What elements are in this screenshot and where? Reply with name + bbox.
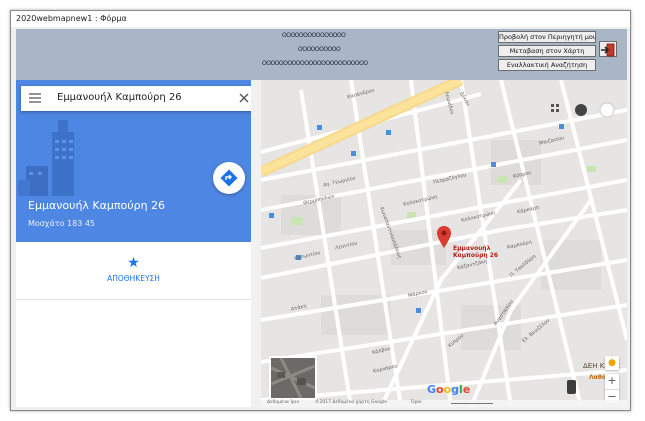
panel-scrollbar[interactable] — [251, 80, 261, 407]
search-box[interactable]: Εμμανουήλ Καμπούρη 26 — [21, 86, 257, 111]
save-section: ★ ΑΠΟΘΗΚΕΥΣΗ — [16, 242, 251, 300]
google-logo: Google — [427, 383, 471, 396]
open-in-browser-button[interactable]: Προβολή στον Περιηγητή μου — [498, 31, 596, 43]
redacted-text-line: ΟΟΟΟΟΟΟΟΟΟΟΟΟΟΟ — [282, 32, 346, 39]
go-to-map-button[interactable]: Μεταβαση στον Χάρτη — [498, 45, 596, 57]
search-input[interactable]: Εμμανουήλ Καμπούρη 26 — [57, 92, 182, 103]
directions-icon — [220, 169, 238, 187]
close-icon[interactable] — [239, 93, 249, 103]
map-footer: Δεδομένα Ίριν ©2017 Δεδομένα χάρτη Googl… — [261, 400, 627, 407]
app-window: 2020webmapnew1 : Φόρμα ΟΟΟΟΟΟΟΟΟΟΟΟΟΟΟ Ο… — [10, 10, 631, 411]
redacted-text-line: ΟΟΟΟΟΟΟΟΟΟΟΟΟΟΟΟΟΟΟΟΟΟΟΟΟ — [262, 60, 368, 67]
scale-bar — [451, 403, 493, 404]
map-copyright: ©2017 Δεδομένα χάρτη Google — [315, 400, 387, 405]
save-label: ΑΠΟΘΗΚΕΥΣΗ — [107, 274, 160, 283]
alternative-search-button[interactable]: Εναλλακτική Αναζήτηση — [498, 59, 596, 71]
marker-label: Εμμανουήλ Καμπούρη 26 — [453, 245, 499, 259]
location-pin-icon[interactable] — [437, 226, 451, 248]
menu-icon[interactable] — [29, 93, 41, 103]
save-button[interactable]: ★ ΑΠΟΘΗΚΕΥΣΗ — [16, 256, 251, 283]
street-view-icon — [567, 380, 576, 394]
terms-link[interactable]: Όροι — [411, 400, 422, 405]
map-data-link[interactable]: Δεδομένα Ίριν — [267, 400, 299, 405]
exit-button[interactable] — [599, 41, 617, 57]
directions-button[interactable] — [213, 162, 245, 194]
place-name: Εμμανουήλ Καμπούρη 26 — [28, 199, 166, 212]
redacted-text-line: ΟΟΟΟΟΟΟΟΟΟ — [298, 46, 341, 53]
exit-door-icon — [601, 43, 615, 57]
satellite-thumbnail — [271, 358, 315, 398]
pegman-button[interactable]: ● — [605, 356, 619, 370]
window-title: 2020webmapnew1 : Φόρμα — [11, 11, 630, 27]
embedded-map: Εμμανουήλ Καμπούρη 26 Μοσχάτο 183 45 Εμμ… — [16, 80, 627, 407]
zoom-in-button[interactable]: + — [605, 374, 619, 389]
place-address: Μοσχάτο 183 45 — [28, 219, 96, 228]
toolbar: ΟΟΟΟΟΟΟΟΟΟΟΟΟΟΟ ΟΟΟΟΟΟΟΟΟΟ ΟΟΟΟΟΟΟΟΟΟΟΟΟ… — [16, 29, 627, 80]
place-panel: Εμμανουήλ Καμπούρη 26 Μοσχάτο 183 45 Εμμ… — [16, 80, 261, 407]
star-icon: ★ — [127, 255, 140, 271]
pegman-icon: ● — [608, 358, 616, 368]
map-canvas[interactable]: Κασάνδρου Δέκου Λεωνίδου Αγ. Γεωργίου Θε… — [261, 80, 627, 407]
satellite-toggle[interactable] — [269, 356, 317, 400]
